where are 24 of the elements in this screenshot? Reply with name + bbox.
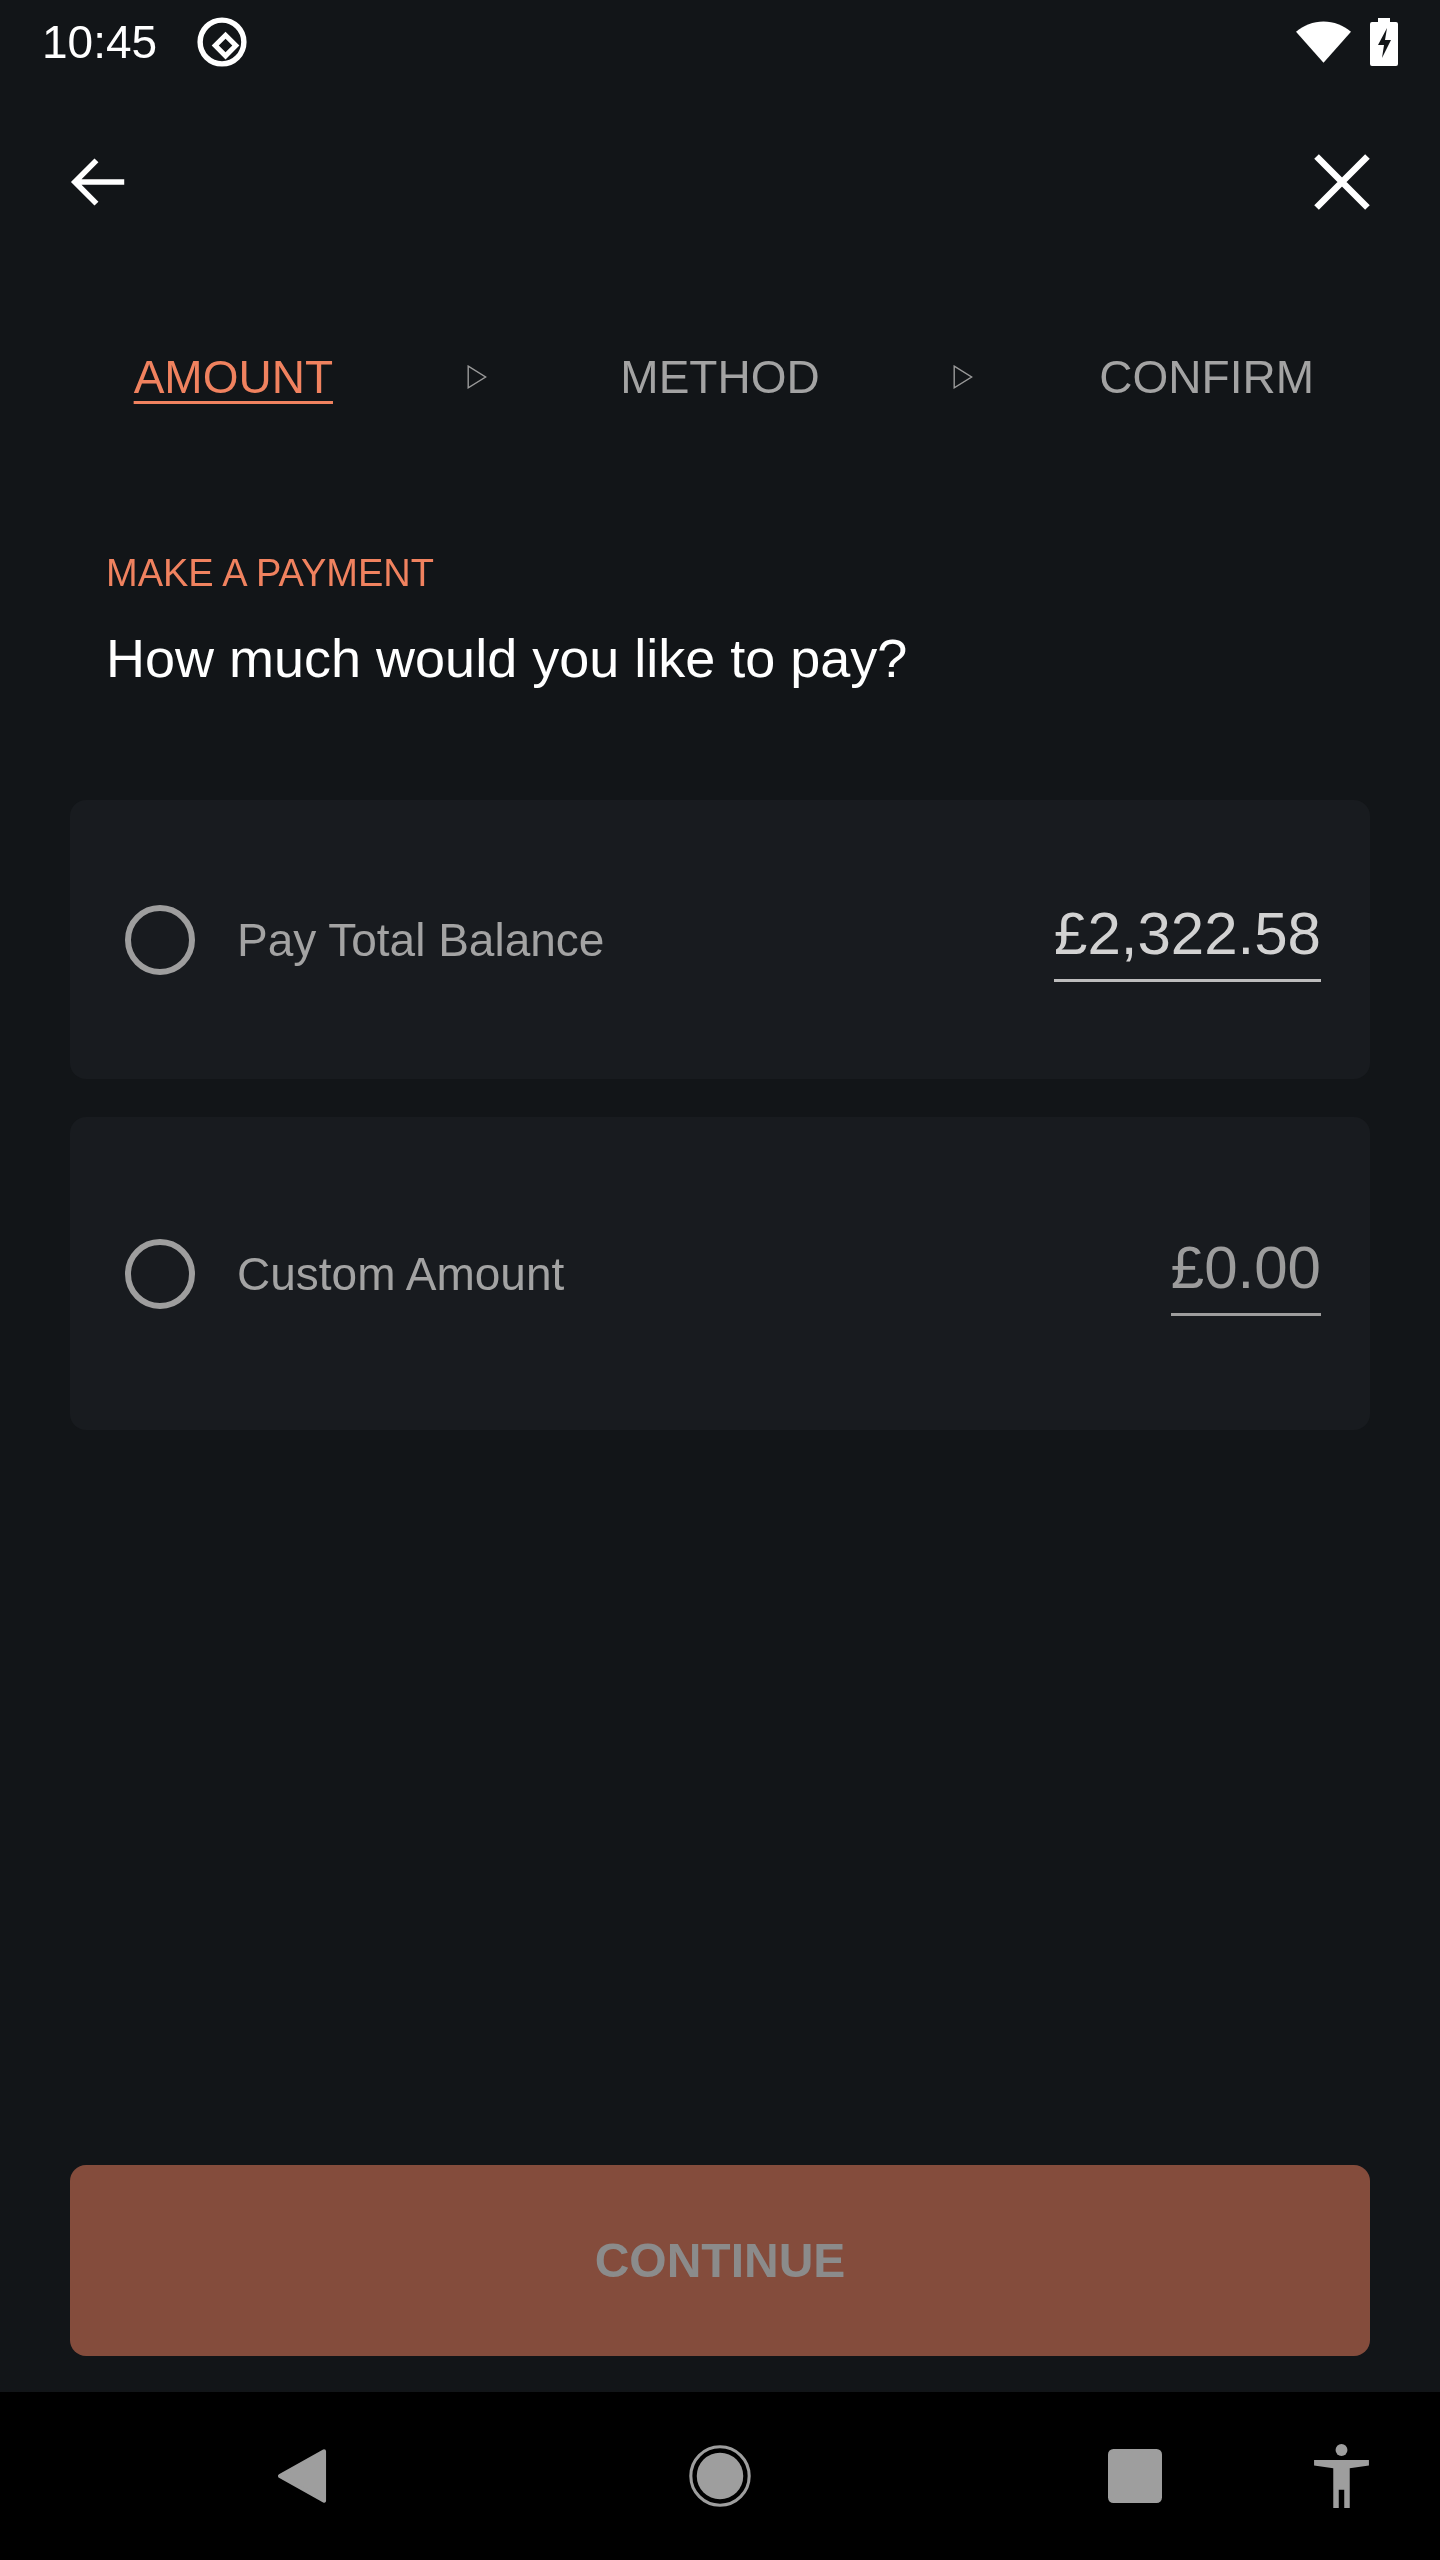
radio-button[interactable] [125,1238,195,1309]
option-label: Pay Total Balance [237,912,605,967]
page-title: How much would you like to pay? [106,627,909,690]
ring-icon [197,17,248,67]
battery-charging-icon [1369,18,1399,66]
section-label: MAKE A PAYMENT [106,551,435,596]
triangle-icon [466,365,487,389]
close-icon[interactable] [1314,154,1370,210]
accessibility-icon[interactable] [1314,2444,1369,2508]
amount-field[interactable]: £2,322.58 [1054,897,1321,982]
back-arrow-icon[interactable] [69,156,127,208]
status-time: 10:45 [42,19,158,65]
payment-option-card[interactable]: Custom Amount £0.00 [70,1117,1370,1430]
home-icon[interactable] [689,2445,751,2507]
radio-button[interactable] [125,904,195,975]
amount-field[interactable]: £0.00 [1170,1231,1321,1316]
step-tab[interactable]: AMOUNT [133,349,333,405]
back-icon[interactable] [276,2447,328,2505]
wifi-icon [1296,21,1351,63]
step-tab[interactable]: METHOD [620,349,820,405]
payment-option-card[interactable]: Pay Total Balance £2,322.58 [70,800,1370,1079]
option-label: Custom Amount [237,1246,565,1301]
step-tab[interactable]: CONFIRM [1099,349,1314,405]
triangle-icon [953,365,974,389]
